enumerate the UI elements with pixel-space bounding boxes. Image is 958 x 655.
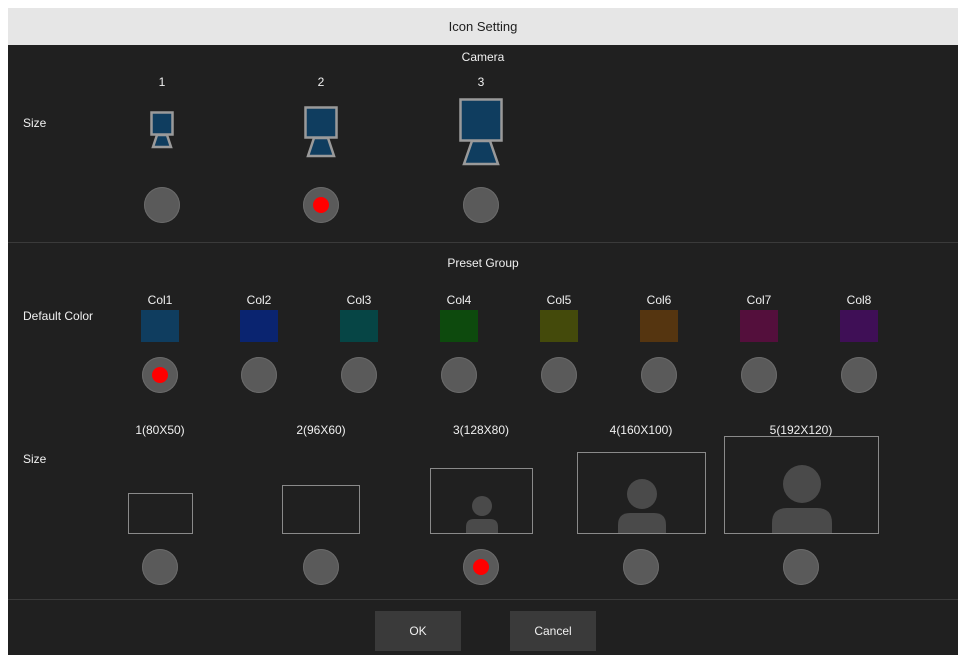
preset-size-5-preview [724, 436, 879, 534]
color-swatch-col3[interactable] [340, 310, 378, 342]
camera-size-3-radio[interactable] [463, 187, 499, 223]
color-col2-label: Col2 [246, 293, 272, 307]
color-col7-label: Col7 [746, 293, 772, 307]
camera-size-1-label: 1 [158, 75, 166, 89]
preset-size-1-preview [128, 493, 193, 534]
camera-small-icon [150, 111, 174, 149]
color-col4-radio[interactable] [441, 357, 477, 393]
color-col3-label: Col3 [346, 293, 372, 307]
color-col6-label: Col6 [646, 293, 672, 307]
ok-button[interactable]: OK [375, 611, 461, 651]
dialog-title-bar: Icon Setting [8, 8, 958, 45]
preset-size-2-label: 2(96X60) [296, 423, 346, 437]
camera-section-title: Camera [461, 50, 505, 64]
preset-size-3-preview [430, 468, 533, 534]
radio-selected-dot [473, 559, 489, 575]
cancel-button[interactable]: Cancel [510, 611, 596, 651]
color-col1-label: Col1 [147, 293, 173, 307]
icon-setting-dialog: Icon Setting Camera Size 1 2 3 Preset Gr… [8, 8, 958, 655]
color-swatch-col4[interactable] [440, 310, 478, 342]
color-col8-radio[interactable] [841, 357, 877, 393]
camera-size-1-radio[interactable] [144, 187, 180, 223]
radio-selected-dot [313, 197, 329, 213]
color-swatch-col8[interactable] [840, 310, 878, 342]
color-col1-radio[interactable] [142, 357, 178, 393]
preset-size-4-label: 4(160X100) [609, 423, 673, 437]
preset-size-5-label: 5(192X120) [769, 423, 833, 437]
footer-divider [8, 599, 958, 600]
person-icon [771, 465, 832, 533]
radio-selected-dot [152, 367, 168, 383]
preset-size-1-label: 1(80X50) [135, 423, 185, 437]
color-col8-label: Col8 [846, 293, 872, 307]
preset-group-section-title: Preset Group [447, 256, 519, 270]
camera-medium-icon [304, 106, 338, 158]
preset-size-2-preview [282, 485, 360, 534]
color-col2-radio[interactable] [241, 357, 277, 393]
person-icon [617, 479, 666, 533]
color-col4-label: Col4 [446, 293, 472, 307]
color-swatch-col1[interactable] [141, 310, 179, 342]
color-col3-radio[interactable] [341, 357, 377, 393]
color-swatch-col2[interactable] [240, 310, 278, 342]
camera-size-3-label: 3 [477, 75, 485, 89]
color-col6-radio[interactable] [641, 357, 677, 393]
color-swatch-col7[interactable] [740, 310, 778, 342]
person-icon [465, 496, 498, 533]
section-divider [8, 242, 958, 243]
camera-large-icon [459, 98, 503, 166]
default-color-label: Default Color [23, 309, 94, 323]
preset-size-5-radio[interactable] [783, 549, 819, 585]
color-col7-radio[interactable] [741, 357, 777, 393]
preset-size-4-radio[interactable] [623, 549, 659, 585]
preset-size-label: Size [23, 452, 47, 466]
camera-size-2-radio[interactable] [303, 187, 339, 223]
color-col5-radio[interactable] [541, 357, 577, 393]
preset-size-1-radio[interactable] [142, 549, 178, 585]
color-col5-label: Col5 [546, 293, 572, 307]
preset-size-4-preview [577, 452, 706, 534]
preset-size-3-radio[interactable] [463, 549, 499, 585]
camera-size-2-label: 2 [317, 75, 325, 89]
color-swatch-col5[interactable] [540, 310, 578, 342]
camera-size-label: Size [23, 116, 47, 130]
dialog-title: Icon Setting [448, 19, 518, 34]
preset-size-2-radio[interactable] [303, 549, 339, 585]
color-swatch-col6[interactable] [640, 310, 678, 342]
preset-size-3-label: 3(128X80) [452, 423, 510, 437]
